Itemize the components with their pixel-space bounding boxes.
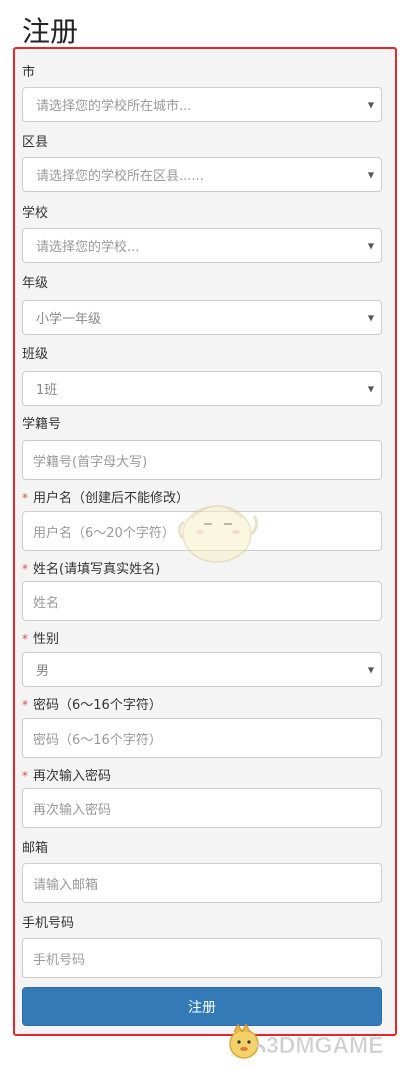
- password-input[interactable]: 密码（6～16个字符）: [22, 718, 382, 758]
- gender-label: * 性别: [22, 632, 60, 647]
- school-select-value: 请选择您的学校...: [36, 240, 140, 255]
- class-select[interactable]: 1班 ▼: [22, 371, 382, 406]
- grade-label: 年级: [22, 276, 49, 291]
- gender-select-value: 男: [36, 664, 50, 679]
- dropdown-caret-icon: ▼: [367, 384, 374, 393]
- city-select-value: 请选择您的学校所在城市...: [36, 99, 192, 114]
- phone-label: 手机号码: [22, 916, 75, 931]
- gender-select[interactable]: 男 ▼: [22, 652, 382, 687]
- confirm-password-input[interactable]: 再次输入密码: [22, 788, 382, 828]
- username-placeholder: 用户名（6～20个字符）: [33, 525, 175, 541]
- password-label: * 密码（6～16个字符）: [22, 698, 162, 713]
- student-id-placeholder: 学籍号(首字母大写): [33, 454, 148, 470]
- student-id-label: 学籍号: [22, 417, 62, 432]
- district-select-value: 请选择您的学校所在区县......: [36, 169, 204, 184]
- dropdown-caret-icon: ▼: [367, 100, 374, 109]
- register-button[interactable]: 注册: [22, 987, 382, 1026]
- grade-select-value: 小学一年级: [36, 312, 102, 327]
- page-title: 注册: [22, 15, 79, 48]
- city-select[interactable]: 请选择您的学校所在城市... ▼: [22, 87, 382, 122]
- dropdown-caret-icon: ▼: [367, 313, 374, 322]
- phone-placeholder: 手机号码: [33, 952, 86, 968]
- class-label: 班级: [22, 347, 49, 362]
- realname-placeholder: 姓名: [33, 595, 60, 611]
- district-select[interactable]: 请选择您的学校所在区县...... ▼: [22, 157, 382, 192]
- student-id-input[interactable]: 学籍号(首字母大写): [22, 440, 382, 480]
- confirm-password-label: * 再次输入密码: [22, 769, 112, 784]
- phone-input[interactable]: 手机号码: [22, 938, 382, 978]
- city-label: 市: [22, 65, 36, 80]
- email-placeholder: 请输入邮箱: [33, 877, 99, 893]
- username-input[interactable]: 用户名（6～20个字符）: [22, 511, 382, 551]
- dropdown-caret-icon: ▼: [367, 170, 374, 179]
- dropdown-caret-icon: ▼: [367, 665, 374, 674]
- school-label: 学校: [22, 206, 49, 221]
- realname-label: * 姓名(请填写真实姓名): [22, 562, 161, 577]
- confirm-password-placeholder: 再次输入密码: [33, 802, 112, 818]
- email-label: 邮箱: [22, 841, 49, 856]
- school-select[interactable]: 请选择您的学校... ▼: [22, 228, 382, 263]
- district-label: 区县: [22, 135, 49, 150]
- realname-input[interactable]: 姓名: [22, 581, 382, 621]
- dropdown-caret-icon: ▼: [367, 241, 374, 250]
- grade-select[interactable]: 小学一年级 ▼: [22, 300, 382, 335]
- email-input[interactable]: 请输入邮箱: [22, 863, 382, 903]
- password-placeholder: 密码（6～16个字符）: [33, 732, 162, 748]
- username-label: * 用户名（创建后不能修改）: [22, 491, 190, 506]
- class-select-value: 1班: [36, 383, 58, 398]
